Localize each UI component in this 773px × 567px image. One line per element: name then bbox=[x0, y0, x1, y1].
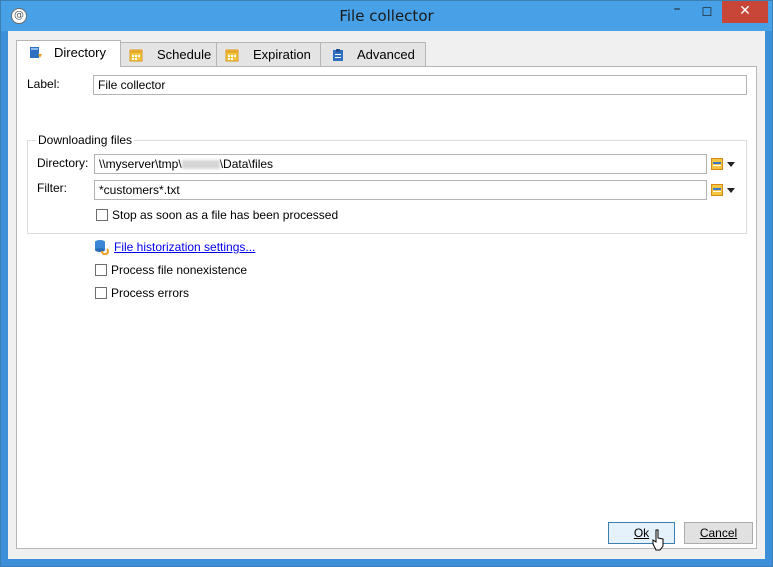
tab-expiration-label: Expiration bbox=[253, 47, 311, 62]
mouse-cursor-icon bbox=[652, 529, 664, 551]
dialog-client-area: Directory Schedule Expiration Advanced L… bbox=[8, 31, 765, 559]
folder-download-icon bbox=[30, 47, 42, 58]
dropdown-arrow-icon bbox=[727, 162, 735, 167]
blurred-path-segment bbox=[181, 160, 220, 170]
window-title: File collector bbox=[339, 7, 434, 25]
cancel-button[interactable]: Cancel bbox=[684, 522, 753, 544]
nonexistence-checkbox-label: Process file nonexistence bbox=[111, 263, 248, 277]
file-historization-link[interactable]: File historization settings... bbox=[114, 240, 255, 254]
directory-value-end: \Data\files bbox=[219, 157, 274, 171]
close-button[interactable]: ✕ bbox=[722, 1, 768, 23]
downloading-files-group: Downloading files Directory: \\myserver\… bbox=[27, 133, 747, 234]
database-history-icon bbox=[95, 240, 109, 255]
tab-advanced-label: Advanced bbox=[357, 47, 415, 62]
group-title: Downloading files bbox=[36, 133, 135, 147]
stop-checkbox[interactable] bbox=[96, 209, 108, 221]
filter-picker-button[interactable] bbox=[711, 184, 737, 198]
label-field[interactable]: File collector bbox=[93, 75, 747, 95]
ok-button-label: Ok bbox=[633, 526, 650, 540]
expression-picker-icon bbox=[711, 184, 723, 196]
directory-value-start: \\myserver\tmp\ bbox=[99, 157, 182, 171]
clipboard-icon bbox=[333, 49, 343, 61]
tab-advanced[interactable]: Advanced bbox=[320, 42, 426, 66]
cancel-button-label: Cancel bbox=[699, 526, 738, 540]
tab-directory[interactable]: Directory bbox=[16, 40, 121, 67]
tab-directory-label: Directory bbox=[54, 45, 107, 60]
maximize-button[interactable]: ☐ bbox=[692, 1, 722, 23]
errors-checkbox[interactable] bbox=[95, 287, 107, 299]
tab-schedule-label: Schedule bbox=[157, 47, 212, 62]
tab-expiration[interactable]: Expiration bbox=[216, 42, 321, 66]
dropdown-arrow-icon bbox=[727, 188, 735, 193]
label-caption: Label: bbox=[27, 77, 60, 91]
title-bar[interactable]: @ File collector – ☐ ✕ bbox=[1, 1, 772, 31]
stop-checkbox-label: Stop as soon as a file has been processe… bbox=[112, 208, 339, 222]
calendar-icon bbox=[225, 49, 239, 62]
folder-picker-icon bbox=[711, 158, 723, 170]
filter-caption: Filter: bbox=[37, 181, 67, 195]
directory-field[interactable]: \\myserver\tmp\ \Data\files bbox=[94, 154, 707, 174]
minimize-button[interactable]: – bbox=[662, 1, 692, 23]
errors-checkbox-label: Process errors bbox=[111, 286, 190, 300]
directory-panel: Label: File collector Downloading files … bbox=[16, 66, 757, 549]
directory-caption: Directory: bbox=[37, 156, 89, 170]
filter-field[interactable]: *customers*.txt bbox=[94, 180, 707, 200]
calendar-icon bbox=[129, 49, 143, 62]
nonexistence-checkbox[interactable] bbox=[95, 264, 107, 276]
dialog-window: @ File collector – ☐ ✕ Directory Schedul… bbox=[0, 0, 773, 567]
tab-schedule[interactable]: Schedule bbox=[120, 42, 217, 66]
directory-picker-button[interactable] bbox=[711, 158, 737, 172]
